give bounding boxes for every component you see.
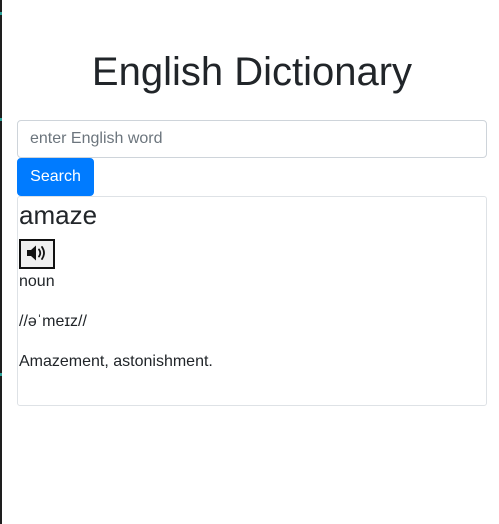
phonetic-text: //əˈmeɪz// xyxy=(19,313,87,330)
search-button[interactable]: Search xyxy=(17,158,94,196)
play-audio-button[interactable] xyxy=(19,239,55,269)
result-word: amaze xyxy=(19,200,98,230)
part-of-speech: noun xyxy=(19,273,55,290)
window-edge xyxy=(0,0,2,524)
result-card: amaze noun //əˈmeɪz// Amazement, astonis… xyxy=(17,196,487,406)
edge-marker xyxy=(0,373,2,376)
definition-text: Amazement, astonishment. xyxy=(19,353,213,370)
speaker-volume-icon xyxy=(26,244,48,265)
page-title: English Dictionary xyxy=(91,50,413,94)
edge-marker xyxy=(0,118,2,121)
search-input[interactable] xyxy=(17,120,487,158)
edge-marker xyxy=(0,12,2,15)
